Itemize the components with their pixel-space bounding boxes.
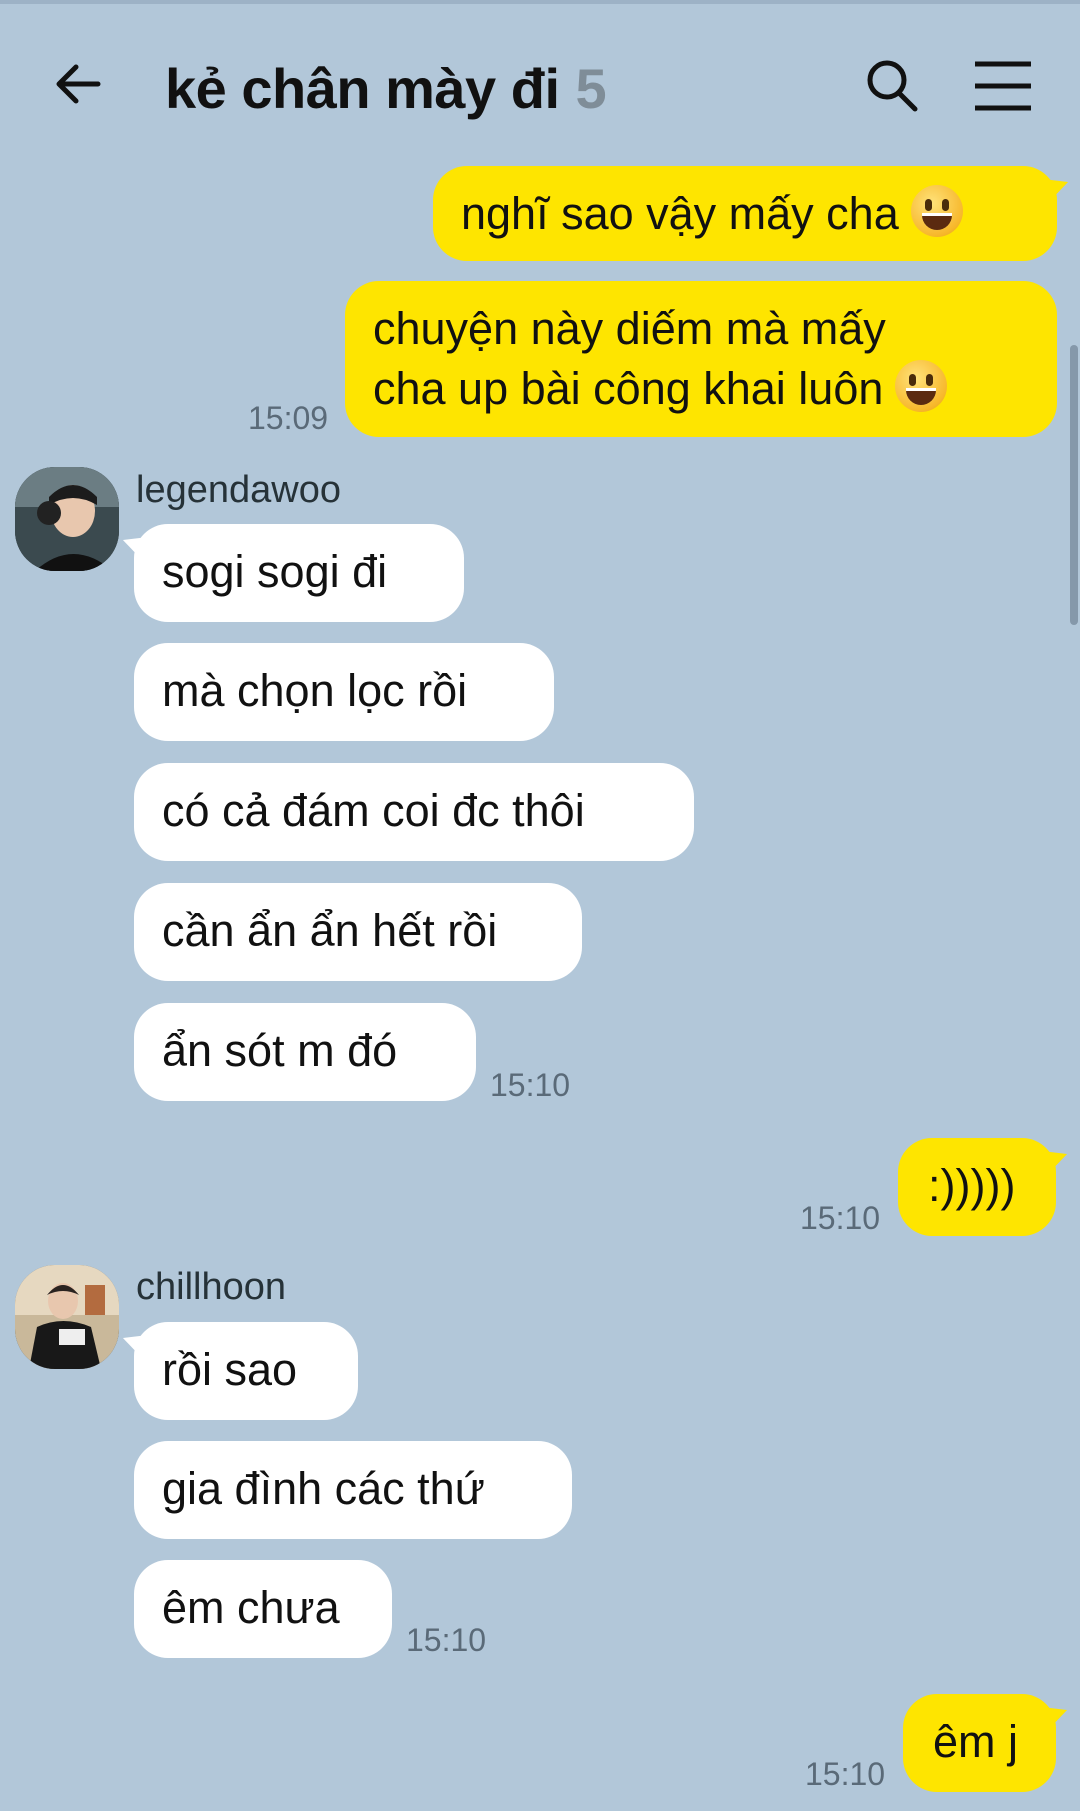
their-message[interactable]: rồi sao [134, 1322, 358, 1420]
chat-title: kẻ chân mày đi 5 [165, 56, 607, 121]
their-message[interactable]: sogi sogi đi [134, 524, 464, 622]
their-message[interactable]: cần ẩn ẩn hết rồi [134, 883, 582, 981]
message-text: có cả đám coi đc thôi [162, 785, 585, 836]
grinning-face-emoji [895, 360, 948, 412]
chat-header: kẻ chân mày đi 5 [0, 4, 1080, 154]
their-message[interactable]: ẩn sót m đó [134, 1003, 476, 1101]
message-text: gia đình các thứ [162, 1463, 485, 1514]
message-text: nghĩ sao vậy mấy cha [461, 188, 899, 239]
message-line: chuyện này diếm mà mấy [373, 303, 886, 354]
message-text: êm j [933, 1716, 1019, 1767]
menu-icon[interactable] [972, 58, 1034, 114]
sender-name: legendawoo [136, 469, 341, 511]
message-time: 15:10 [800, 1200, 881, 1236]
message-text: rồi sao [162, 1344, 298, 1395]
grinning-face-emoji [910, 185, 963, 237]
their-message[interactable]: gia đình các thứ [134, 1441, 572, 1539]
message-text: cần ẩn ẩn hết rồi [162, 905, 498, 956]
avatar-chillhoon[interactable] [15, 1265, 119, 1369]
my-message[interactable]: chuyện này diếm mà mấy cha up bài công k… [345, 281, 1057, 437]
scrollbar[interactable] [1070, 345, 1078, 625]
their-message[interactable]: có cả đám coi đc thôi [134, 763, 694, 861]
their-message[interactable]: êm chưa [134, 1560, 392, 1658]
message-time: 15:10 [406, 1622, 487, 1658]
my-message[interactable]: :))))) [898, 1138, 1056, 1236]
my-message[interactable]: nghĩ sao vậy mấy cha [433, 166, 1057, 261]
avatar-image [15, 1265, 119, 1369]
my-message[interactable]: êm j [903, 1694, 1056, 1792]
message-line: cha up bài công khai luôn [373, 359, 1027, 419]
their-message[interactable]: mà chọn lọc rồi [134, 643, 554, 741]
message-line-text: cha up bài công khai luôn [373, 363, 884, 414]
message-time: 15:10 [490, 1067, 571, 1103]
chat-title-text: kẻ chân mày đi [165, 57, 560, 120]
message-text: ẩn sót m đó [162, 1025, 398, 1076]
message-text: mà chọn lọc rồi [162, 665, 468, 716]
message-text: sogi sogi đi [162, 546, 388, 597]
avatar-image [15, 467, 119, 571]
message-time: 15:09 [248, 400, 329, 436]
avatar-legendawoo[interactable] [15, 467, 119, 571]
member-count: 5 [575, 57, 607, 120]
sender-name: chillhoon [136, 1266, 286, 1308]
back-arrow-icon[interactable] [50, 54, 110, 114]
message-text: :))))) [928, 1160, 1016, 1211]
message-text: êm chưa [162, 1582, 340, 1633]
search-icon[interactable] [862, 56, 922, 116]
message-time: 15:10 [805, 1756, 886, 1792]
